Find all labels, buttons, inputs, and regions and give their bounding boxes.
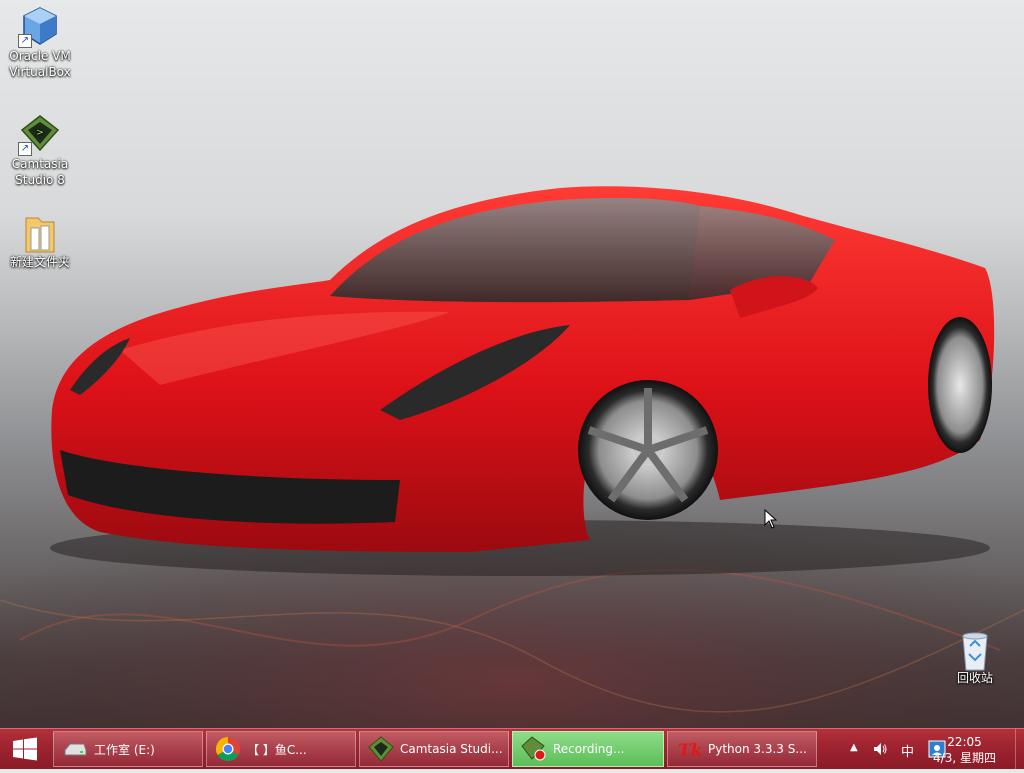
shortcut-arrow-icon: ↗: [18, 34, 32, 48]
virtualbox-icon: ↗: [18, 6, 60, 48]
taskbar-item-chrome[interactable]: 【 】鱼C...: [206, 731, 356, 767]
tk-icon: Tk: [678, 741, 702, 761]
svg-text:>: >: [36, 128, 44, 138]
camtasia-icon: [368, 736, 394, 762]
desktop-icon-label: Camtasia Studio 8: [11, 157, 69, 187]
input-method-indicator[interactable]: 中: [901, 741, 914, 760]
taskbar: 工作室 (E:) 【 】鱼C... Camtasia Studi... Reco…: [0, 728, 1024, 769]
recording-icon: [521, 736, 546, 761]
desktop-icon-recycle-bin[interactable]: 回收站: [937, 628, 1013, 686]
system-tray: ▲ 中 22:05 4/3, 星期四: [824, 729, 1024, 769]
desktop-icon-label: Oracle VM VirtualBox: [9, 49, 71, 79]
desktop-icon-label: 新建文件夹: [9, 255, 70, 269]
clock-time: 22:05: [947, 735, 982, 749]
taskbar-item-camtasia[interactable]: Camtasia Studi...: [359, 731, 509, 767]
desktop-icon-label: 回收站: [956, 671, 993, 685]
desktop-icon-virtualbox[interactable]: ↗ Oracle VM VirtualBox: [2, 6, 78, 80]
task-label: Recording...: [553, 742, 625, 756]
start-button[interactable]: [0, 729, 50, 769]
desktop-icon-camtasia[interactable]: > ↗ Camtasia Studio 8: [2, 114, 78, 188]
task-label: 工作室 (E:): [94, 742, 155, 757]
recycle-bin-icon: [955, 628, 995, 671]
windows-logo-icon: [13, 737, 37, 761]
show-desktop-button[interactable]: [1015, 729, 1024, 769]
svg-text:Tk: Tk: [678, 741, 702, 761]
chrome-icon: [215, 737, 240, 762]
clock-date: 4/3, 星期四: [933, 751, 996, 765]
desktop-icon-new-folder[interactable]: 新建文件夹: [2, 212, 78, 270]
camtasia-icon: > ↗: [18, 114, 60, 156]
task-label: 【 】鱼C...: [247, 742, 307, 757]
desktop-wallpaper: [0, 186, 1024, 728]
taskbar-item-explorer[interactable]: 工作室 (E:): [53, 731, 203, 767]
show-hidden-icons-icon[interactable]: ▲: [850, 742, 858, 753]
task-label: Python 3.3.3 S...: [708, 742, 807, 756]
task-label: Camtasia Studi...: [400, 742, 503, 756]
taskbar-item-recording[interactable]: Recording...: [512, 731, 664, 767]
shortcut-arrow-icon: ↗: [18, 142, 32, 156]
drive-icon: [64, 743, 87, 756]
taskbar-item-python[interactable]: Tk Python 3.3.3 S...: [667, 731, 817, 767]
mouse-cursor-icon: [764, 509, 778, 529]
folder-icon: [20, 212, 60, 253]
system-clock[interactable]: 22:05 4/3, 星期四: [933, 734, 996, 766]
volume-icon[interactable]: [872, 741, 888, 760]
